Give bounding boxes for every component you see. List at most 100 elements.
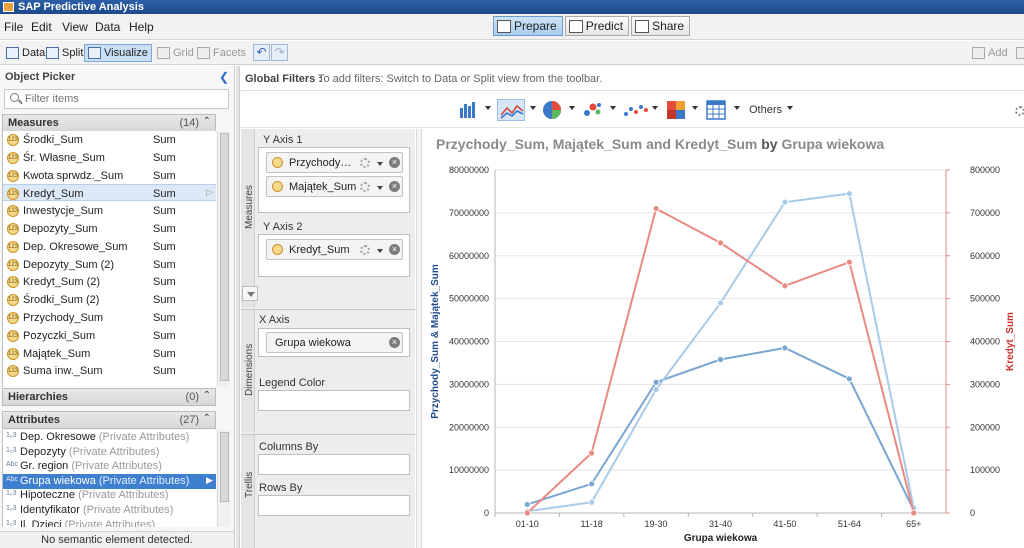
measure-item[interactable]: 123 Inwestycje_Sum Sum (3, 202, 216, 219)
predict-button[interactable]: Predict (564, 16, 630, 36)
table-icon[interactable] (704, 99, 728, 121)
heatmap-icon[interactable] (664, 99, 688, 121)
data-point (523, 501, 531, 508)
measure-icon: 123 (7, 258, 19, 271)
measure-item[interactable]: 123 Depozyty_Sum Sum (3, 220, 216, 237)
chevron-down-icon[interactable] (652, 106, 658, 110)
attribute-item[interactable]: 1₂3 Identyfikator (Private Attributes) (3, 503, 216, 518)
chevron-up-icon[interactable]: ⌃ (203, 413, 211, 424)
measure-item[interactable]: 123 Dep. Okresowe_Sum Sum (3, 238, 216, 255)
y-axis-1-chip-majatek[interactable]: Majątek_Sum × (266, 176, 403, 197)
measures-scrollbar[interactable] (217, 131, 230, 387)
y-axis-1-label: Y Axis 1 (263, 134, 303, 146)
x-axis-chip-grupa-wiekowa[interactable]: Grupa wiekowa × (266, 332, 403, 353)
facets-button[interactable]: Facets (193, 44, 250, 62)
close-icon[interactable]: × (389, 244, 400, 255)
dot-chart-icon[interactable] (622, 99, 652, 121)
measures-scroll-thumb[interactable] (220, 133, 229, 381)
close-icon[interactable]: × (389, 157, 400, 168)
chevron-up-icon[interactable]: ⌃ (203, 116, 211, 127)
collapse-panel-icon[interactable]: ❮ (219, 70, 229, 84)
measure-item[interactable]: 123 Przychody_Sum Sum (3, 309, 216, 326)
undo-icon[interactable]: ↶ (253, 44, 270, 61)
hierarchies-section-header[interactable]: Hierarchies (0) ⌃ (2, 388, 216, 406)
add-button[interactable]: Add (968, 44, 1012, 62)
attributes-scrollbar[interactable] (217, 430, 230, 527)
measure-item[interactable]: 123 Suma inw._Sum Sum (3, 362, 216, 379)
chevron-right-icon[interactable]: ▷ (206, 187, 213, 198)
gear-icon[interactable] (360, 182, 370, 192)
chevron-down-icon[interactable] (377, 249, 383, 253)
chevron-down-icon[interactable] (734, 106, 740, 110)
measure-item[interactable]: 123 Majątek_Sum Sum (3, 345, 216, 362)
attributes-section-header[interactable]: Attributes (27) ⌃ (2, 411, 216, 429)
attribute-item[interactable]: 1₂3 Depozyty (Private Attributes) (3, 445, 216, 460)
menu-edit[interactable]: Edit (31, 20, 52, 34)
measure-item[interactable]: 123 Środki_Sum Sum (3, 131, 216, 148)
y-axis-2-chip-kredyt[interactable]: Kredyt_Sum × (266, 239, 403, 260)
prepare-button[interactable]: Prepare (493, 16, 563, 36)
measure-item[interactable]: 123 Kredyt_Sum Sum ▷ (3, 184, 216, 202)
title-bar: SAP Predictive Analysis (0, 0, 1024, 14)
others-menu[interactable]: Others (749, 104, 782, 116)
redo-icon[interactable]: ↷ (271, 44, 288, 61)
measure-item[interactable]: 123 Kredyt_Sum (2) Sum (3, 273, 216, 290)
menu-view[interactable]: View (62, 20, 88, 34)
chevron-down-icon[interactable] (485, 106, 491, 110)
measure-item[interactable]: 123 Depozyty_Sum (2) Sum (3, 256, 216, 273)
menu-file[interactable]: File (4, 20, 23, 34)
filter-items-search[interactable] (4, 89, 229, 109)
menu-data[interactable]: Data (95, 20, 120, 34)
expand-feeder-icon[interactable] (242, 286, 258, 301)
close-icon[interactable]: × (389, 181, 400, 192)
grid-button[interactable]: Grid (153, 44, 198, 62)
overflow-icon[interactable] (1012, 44, 1024, 62)
close-icon[interactable]: × (389, 337, 400, 348)
chevron-down-icon[interactable] (377, 186, 383, 190)
chevron-down-icon[interactable] (610, 106, 616, 110)
share-button[interactable]: Share (631, 16, 691, 36)
measure-item[interactable]: 123 Śr. Własne_Sum Sum (3, 149, 216, 166)
chevron-down-icon[interactable] (530, 106, 536, 110)
chevron-down-icon[interactable] (377, 162, 383, 166)
gear-icon[interactable] (360, 158, 370, 168)
data-point (652, 378, 660, 386)
chevron-down-icon[interactable] (787, 106, 793, 110)
legend-color-dropzone[interactable] (258, 390, 410, 411)
gear-icon[interactable] (1015, 106, 1024, 116)
attribute-item[interactable]: 1₂3 Hipoteczne (Private Attributes) (3, 488, 216, 503)
data-point (845, 258, 853, 266)
attribute-item[interactable]: Abc Grupa wiekowa (Private Attributes) ▶ (3, 473, 216, 489)
x-axis-dropzone[interactable]: Grupa wiekowa × (258, 328, 410, 357)
y-axis-2-dropzone[interactable]: Kredyt_Sum × (258, 234, 410, 277)
split-view-button[interactable]: Split (42, 44, 87, 62)
y-axis-1-chip-przychody[interactable]: Przychody_S... × (266, 152, 403, 173)
chevron-down-icon[interactable] (692, 106, 698, 110)
measure-item[interactable]: 123 Kwota sprwdz._Sum Sum (3, 167, 216, 184)
menu-help[interactable]: Help (129, 20, 154, 34)
attribute-item[interactable]: 1₂3 Il. Dzieci (Private Attributes) (3, 518, 216, 527)
data-point (781, 198, 789, 206)
pie-chart-icon[interactable] (540, 99, 564, 121)
scatter-chart-icon[interactable] (581, 99, 605, 121)
y-axis-1-dropzone[interactable]: Przychody_S... × Majątek_Sum × (258, 147, 410, 213)
filter-items-input[interactable] (25, 92, 225, 106)
gear-icon[interactable] (360, 245, 370, 255)
chevron-up-icon[interactable]: ⌃ (203, 390, 211, 401)
measures-section-header[interactable]: Measures (14) ⌃ (2, 114, 216, 132)
feeder-panel: Measures Y Axis 1 Przychody_S... × Mająt… (241, 129, 415, 548)
chevron-right-icon[interactable]: ▶ (206, 475, 213, 486)
measure-item[interactable]: 123 Pozyczki_Sum Sum (3, 327, 216, 344)
attribute-item[interactable]: 1₂3 Dep. Okresowe (Private Attributes) (3, 430, 216, 445)
panel-splitter[interactable] (236, 66, 240, 548)
rows-by-dropzone[interactable] (258, 495, 410, 516)
columns-by-dropzone[interactable] (258, 454, 410, 475)
attribute-item[interactable]: Abc Gr. region (Private Attributes) (3, 459, 216, 474)
measure-item[interactable]: 123 Środki_Sum (2) Sum (3, 291, 216, 308)
visualize-view-button[interactable]: Visualize (84, 44, 152, 62)
feeder-chart-splitter[interactable] (416, 129, 422, 548)
attributes-scroll-thumb[interactable] (220, 432, 229, 502)
chevron-down-icon[interactable] (569, 106, 575, 110)
bar-chart-icon[interactable] (456, 99, 480, 121)
line-chart-icon[interactable] (497, 99, 525, 121)
